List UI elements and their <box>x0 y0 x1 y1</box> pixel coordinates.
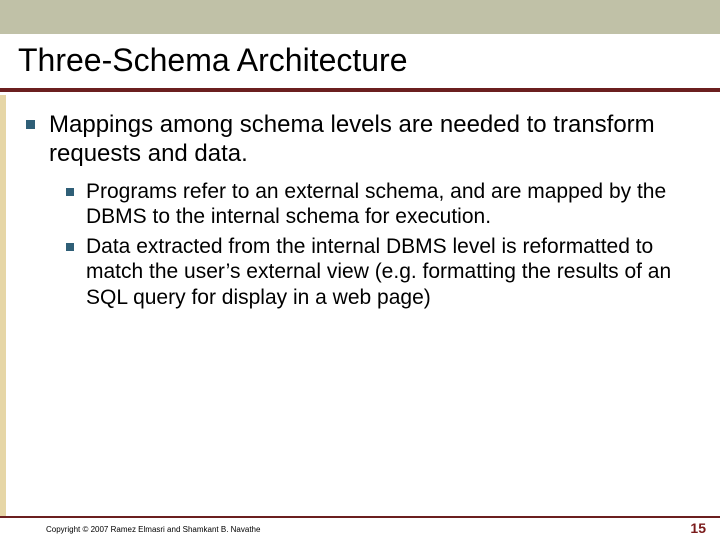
square-bullet-icon <box>66 188 74 196</box>
square-bullet-icon <box>26 120 35 129</box>
top-band <box>0 0 720 34</box>
bullet-text-sub1: Programs refer to an external schema, an… <box>86 179 694 230</box>
footer-rule <box>0 516 720 518</box>
title-area: Three-Schema Architecture <box>18 42 702 79</box>
bullet-text-sub2: Data extracted from the internal DBMS le… <box>86 234 694 311</box>
page-number: 15 <box>690 520 706 536</box>
sub-list: Programs refer to an external schema, an… <box>66 179 694 311</box>
square-bullet-icon <box>66 243 74 251</box>
accent-vertical <box>0 95 6 518</box>
copyright-text: Copyright © 2007 Ramez Elmasri and Shamk… <box>46 525 260 534</box>
slide: Three-Schema Architecture Mappings among… <box>0 0 720 540</box>
content-area: Mappings among schema levels are needed … <box>26 110 694 315</box>
bullet-text-main: Mappings among schema levels are needed … <box>49 110 694 169</box>
slide-title: Three-Schema Architecture <box>18 42 702 79</box>
list-item: Programs refer to an external schema, an… <box>66 179 694 230</box>
list-item: Mappings among schema levels are needed … <box>26 110 694 169</box>
title-rule <box>0 88 720 92</box>
list-item: Data extracted from the internal DBMS le… <box>66 234 694 311</box>
